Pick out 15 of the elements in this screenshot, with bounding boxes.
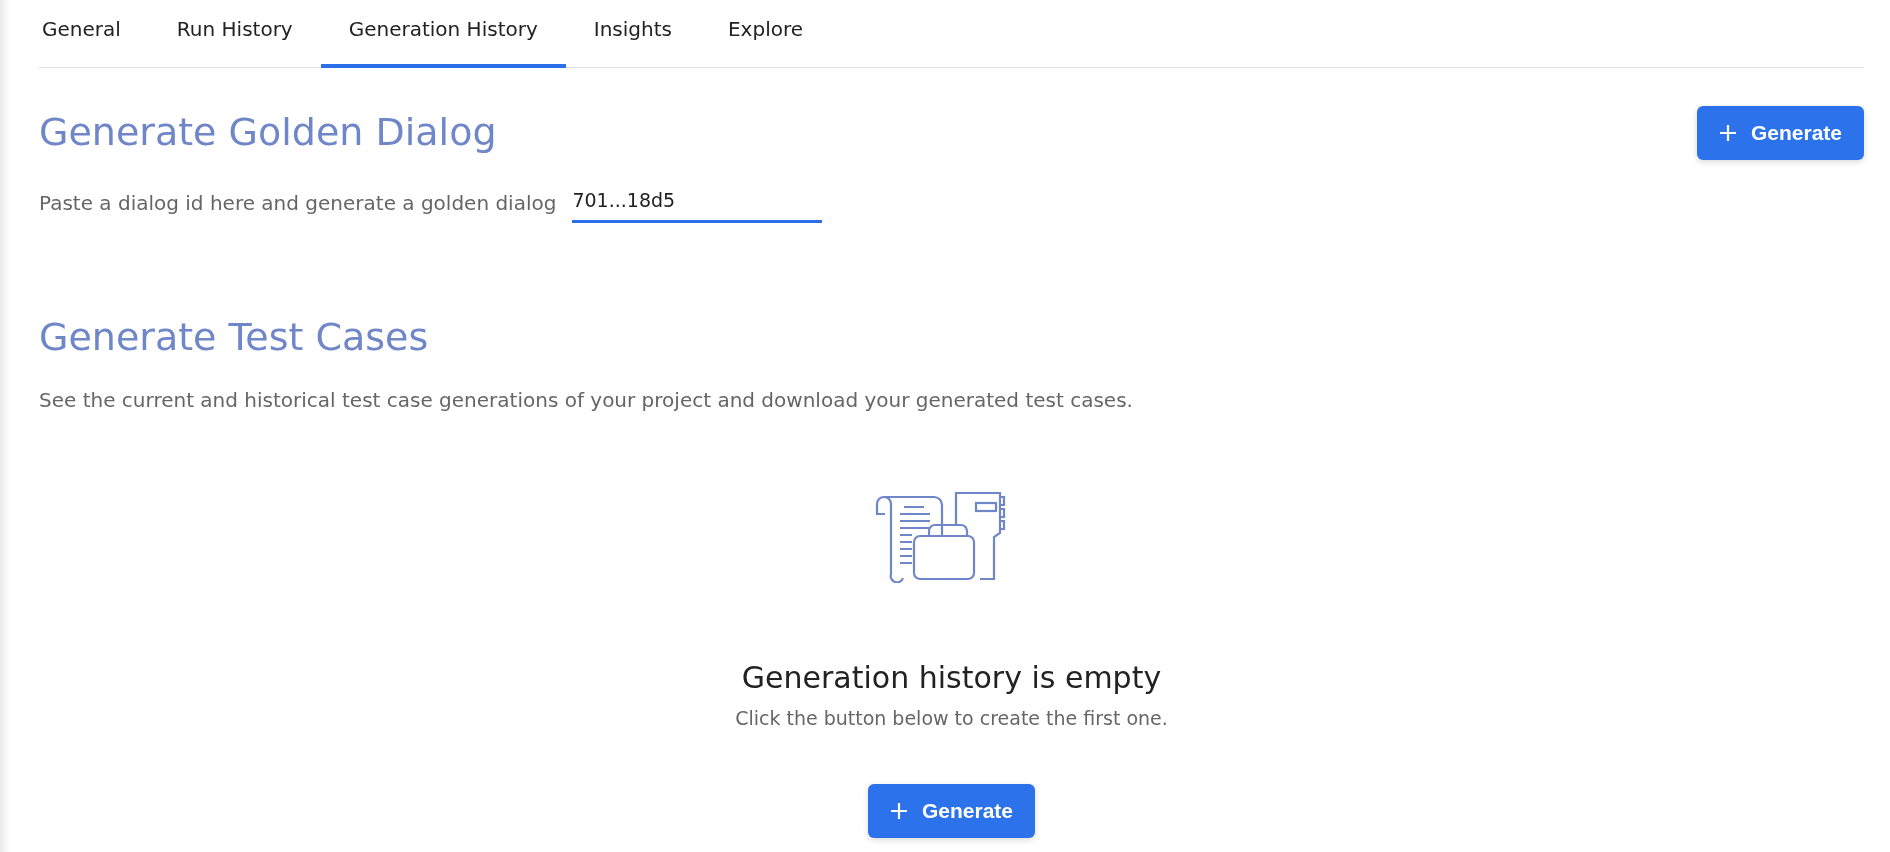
tab[interactable]: Insights [565, 0, 700, 68]
empty-state-title: Generation history is empty [741, 658, 1162, 697]
plus-icon [1718, 123, 1737, 142]
tab[interactable]: Explore [699, 0, 832, 68]
section-description: See the current and historical test case generations of your project and download your generated test cases. [39, 386, 1134, 414]
input-label: Paste a dialog id here and generate a golden dialog [39, 190, 557, 218]
generate-button[interactable]: Generate [867, 784, 1035, 838]
empty-state-subtitle: Click the button below to create the first one. [735, 705, 1168, 731]
section-heading: Generate Test Cases [39, 315, 430, 361]
tab[interactable]: Run History [148, 0, 321, 68]
tab[interactable]: General [39, 0, 149, 68]
plus-icon [889, 801, 908, 820]
section-heading: Generate Golden Dialog [39, 109, 497, 156]
generate-button[interactable]: Generate [1696, 106, 1864, 160]
tab[interactable]: Generation History [320, 0, 566, 68]
